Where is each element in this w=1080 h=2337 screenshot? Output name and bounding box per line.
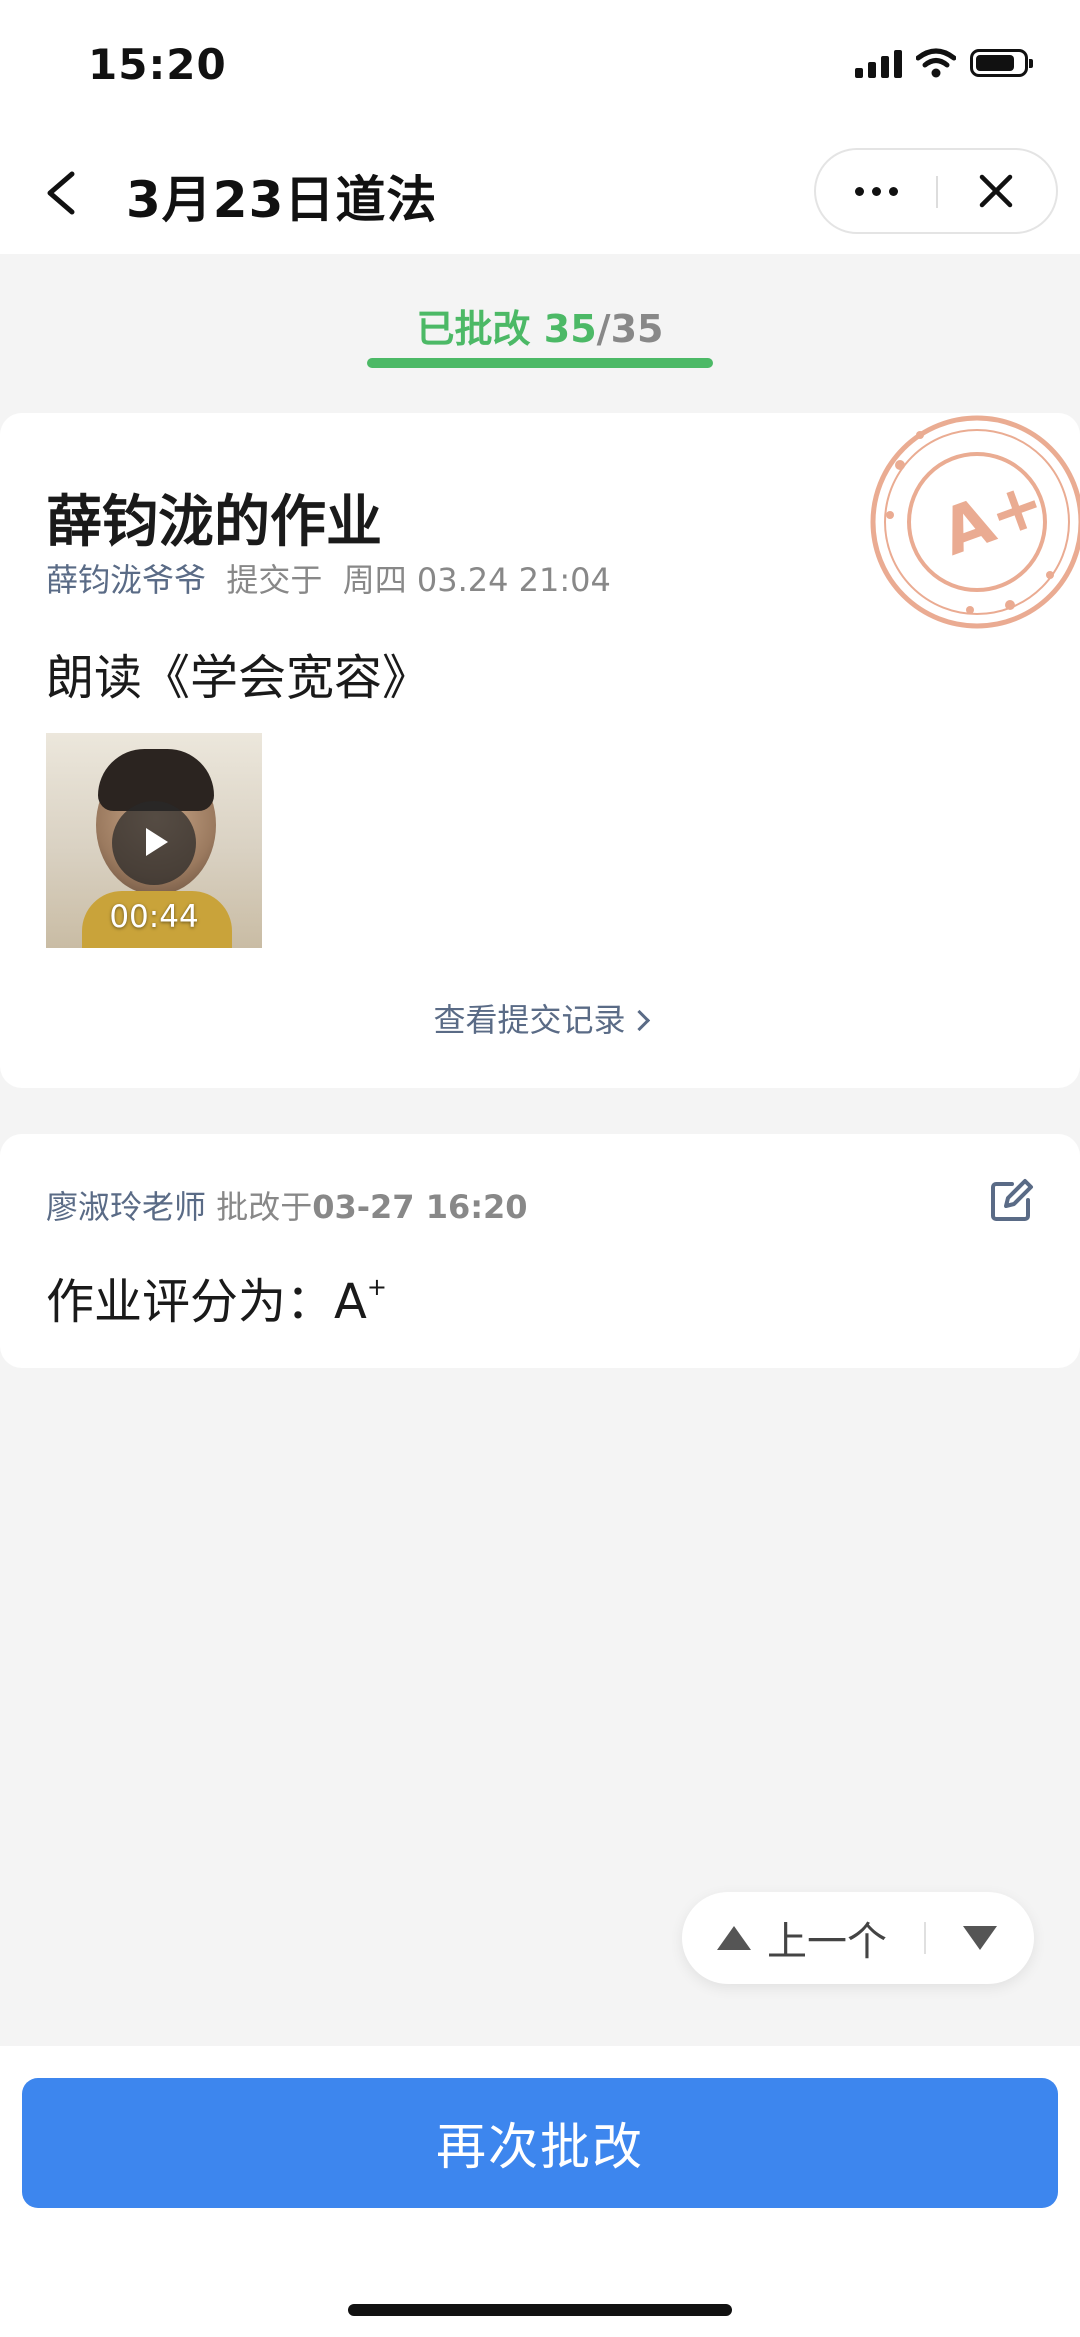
reviewed-label: 批改于 bbox=[206, 1188, 313, 1226]
edit-icon bbox=[991, 1179, 1033, 1221]
regrade-button[interactable]: 再次批改 bbox=[22, 2078, 1058, 2208]
chevron-left-icon bbox=[47, 171, 75, 215]
grade-label: 作业评分为： bbox=[46, 1274, 335, 1330]
edit-review-button[interactable] bbox=[988, 1178, 1034, 1224]
reviewed-time: 03-27 16:20 bbox=[312, 1188, 528, 1226]
grade-plus: + bbox=[366, 1273, 387, 1301]
review-meta: 廖淑玲老师 批改于03-27 16:20 bbox=[46, 1182, 528, 1228]
page-title: 3月23日道法 bbox=[126, 171, 438, 229]
video-thumbnail[interactable]: 00:44 bbox=[46, 733, 262, 948]
tab-bar: 已批改 35/35 bbox=[0, 254, 1080, 384]
next-button[interactable] bbox=[926, 1892, 1034, 1984]
previous-button[interactable]: 上一个 bbox=[682, 1892, 922, 1984]
grade-stamp-icon: A+ bbox=[870, 415, 1080, 629]
submission-meta: 薛钧泷爷爷 提交于 周四 03.24 21:04 bbox=[46, 555, 611, 601]
tab-total-count: 35 bbox=[610, 307, 664, 351]
tab-graded-count: 35 bbox=[543, 307, 597, 351]
status-time: 15:20 bbox=[88, 40, 227, 89]
chevron-right-icon bbox=[628, 1009, 650, 1032]
status-icons bbox=[855, 48, 1033, 78]
tab-underline bbox=[367, 358, 713, 368]
mini-program-capsule bbox=[814, 148, 1058, 234]
submission-card: A+ 薛钧泷的作业 薛钧泷爷爷 提交于 周四 03.24 21:04 朗读《学会… bbox=[0, 413, 1080, 1088]
tab-graded-label: 已批改 bbox=[416, 307, 544, 351]
submitter-name: 薛钧泷爷爷 bbox=[46, 561, 207, 599]
more-dots-icon bbox=[854, 186, 864, 196]
submitted-time: 提交于 周四 03.24 21:04 bbox=[206, 561, 611, 599]
grade-value: A bbox=[334, 1274, 367, 1330]
status-bar: 15:20 bbox=[0, 0, 1080, 130]
pagination-control: 上一个 bbox=[682, 1892, 1034, 1984]
tab-count-separator: / bbox=[596, 307, 611, 351]
close-button[interactable] bbox=[936, 150, 1056, 232]
triangle-down-icon bbox=[963, 1926, 997, 1950]
tab-graded[interactable]: 已批改 35/35 bbox=[0, 298, 1080, 353]
home-indicator bbox=[348, 2304, 732, 2316]
more-button[interactable] bbox=[816, 150, 936, 232]
review-card: 廖淑玲老师 批改于03-27 16:20 作业评分为：A+ bbox=[0, 1134, 1080, 1368]
wifi-icon bbox=[916, 48, 956, 78]
assignment-task: 朗读《学会宽容》 bbox=[46, 650, 431, 706]
nav-bar: 3月23日道法 bbox=[0, 130, 1080, 254]
close-icon bbox=[979, 174, 1013, 208]
previous-label: 上一个 bbox=[767, 1919, 887, 1965]
cellular-signal-icon bbox=[855, 48, 902, 78]
video-duration: 00:44 bbox=[109, 899, 199, 935]
play-icon[interactable] bbox=[112, 801, 196, 885]
teacher-name: 廖淑玲老师 bbox=[46, 1188, 207, 1226]
view-records-link[interactable]: 查看提交记录 bbox=[0, 995, 1080, 1041]
grade-result: 作业评分为：A+ bbox=[46, 1262, 387, 1332]
battery-icon bbox=[970, 49, 1033, 77]
view-records-label: 查看提交记录 bbox=[433, 1001, 626, 1039]
back-button[interactable] bbox=[36, 158, 92, 228]
submission-title: 薛钧泷的作业 bbox=[46, 490, 382, 555]
triangle-up-icon bbox=[717, 1926, 751, 1950]
bottom-bar: 再次批改 bbox=[0, 2046, 1080, 2337]
